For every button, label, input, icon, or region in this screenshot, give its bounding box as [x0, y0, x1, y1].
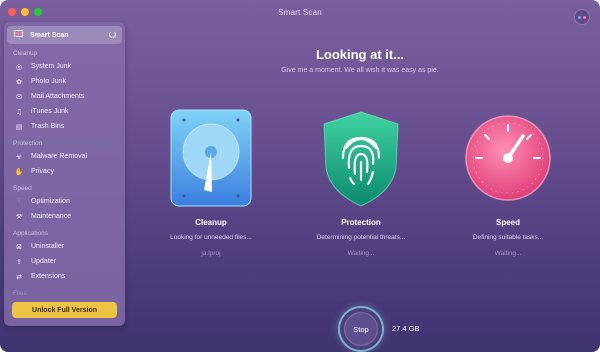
scanned-size: 27.4 GB	[392, 324, 420, 333]
cleanup-module: Cleanup Looking for unneeded files... ja…	[146, 108, 276, 257]
sidebar-item-photo-junk[interactable]: ✿ Photo Junk	[4, 74, 125, 89]
minimize-window-button[interactable]	[21, 8, 29, 16]
zoom-window-button[interactable]	[34, 8, 42, 16]
sidebar-section-applications: Applications	[13, 230, 49, 237]
stop-button[interactable]: Stop	[344, 312, 378, 346]
scanning-spinner-icon	[109, 31, 116, 38]
sidebar-item-label: Updater	[31, 258, 56, 265]
unlock-full-version-button[interactable]: Unlock Full Version	[12, 302, 117, 318]
window-controls	[8, 8, 42, 16]
sidebar-item-mail-attachments[interactable]: ✉ Mail Attachments	[4, 89, 125, 104]
sidebar-item-label: System Junk	[31, 63, 72, 70]
system-junk-icon: ◎	[15, 62, 23, 71]
sidebar-item-label: Trash Bins	[31, 123, 65, 130]
sidebar: Smart Scan Cleanup ◎ System Junk ✿ Photo…	[4, 22, 125, 326]
module-title: Speed	[495, 218, 520, 227]
assistant-icon[interactable]	[574, 9, 590, 25]
close-window-button[interactable]	[8, 8, 16, 16]
sidebar-item-uninstaller[interactable]: ⊠ Uninstaller	[4, 239, 125, 254]
speed-module: Speed Defining suitable tasks... Waiting…	[443, 108, 573, 257]
module-status: ja.lproj	[201, 250, 221, 257]
sidebar-section-speed: Speed	[13, 185, 32, 192]
sidebar-item-malware-removal[interactable]: ☣ Malware Removal	[4, 149, 125, 164]
module-status: Waiting...	[494, 250, 522, 257]
uninstaller-icon: ⊠	[16, 242, 22, 251]
sidebar-item-extensions[interactable]: ⇄ Extensions	[4, 269, 125, 284]
trash-icon: ▤	[15, 122, 23, 131]
sidebar-item-label: Maintenance	[31, 213, 72, 220]
fingerprint-shield-icon	[316, 108, 406, 208]
window-title: Smart Scan	[278, 7, 322, 17]
sidebar-item-label: iTunes Junk	[31, 108, 69, 115]
sidebar-item-maintenance[interactable]: ⚒ Maintenance	[4, 209, 125, 224]
sidebar-item-label: Malware Removal	[31, 153, 88, 160]
sidebar-item-label: Optimization	[31, 198, 70, 205]
module-description: Looking for unneeded files...	[170, 234, 252, 241]
sidebar-item-trash-bins[interactable]: ▤ Trash Bins	[4, 119, 125, 134]
speedometer-icon	[463, 108, 553, 208]
sidebar-item-label: Extensions	[31, 273, 66, 280]
wrench-icon: ⚒	[15, 212, 23, 221]
sidebar-section-files: Files	[13, 290, 27, 297]
page-title: Looking at it...	[315, 47, 405, 62]
module-status: Waiting...	[347, 250, 375, 257]
sidebar-item-label: Photo Junk	[31, 78, 67, 85]
sidebar-item-label: Mail Attachments	[31, 93, 85, 100]
title-bar: Smart Scan	[0, 0, 600, 25]
hard-drive-icon	[166, 108, 256, 208]
sidebar-item-system-junk[interactable]: ◎ System Junk	[4, 59, 125, 74]
sidebar-section-protection: Protection	[13, 140, 43, 147]
sidebar-item-privacy[interactable]: ✋ Privacy	[4, 164, 125, 179]
biohazard-icon: ☣	[15, 152, 23, 161]
music-icon: ♫	[15, 107, 23, 116]
sidebar-item-label: Smart Scan	[30, 31, 69, 39]
module-description: Defining suitable tasks...	[472, 234, 544, 241]
sidebar-item-optimization[interactable]: ⫶ Optimization	[4, 194, 125, 209]
app-window: Smart Scan Smart Scan Cleanup ◎ System J…	[0, 0, 600, 352]
module-description: Determining potential threats...	[316, 234, 406, 241]
sidebar-section-cleanup: Cleanup	[13, 50, 38, 57]
scan-progress-ring: Stop	[338, 306, 384, 352]
sidebar-item-updater[interactable]: ⇪ Updater	[4, 254, 125, 269]
sidebar-item-label: Uninstaller	[31, 243, 65, 250]
page-subtitle: Give me a moment. We all wish it was eas…	[281, 67, 439, 74]
extensions-icon: ⇄	[16, 272, 22, 281]
sliders-icon: ⫶	[18, 197, 20, 205]
sidebar-item-itunes-junk[interactable]: ♫ iTunes Junk	[4, 104, 125, 119]
protection-module: Protection Determining potential threats…	[296, 108, 426, 257]
sidebar-item-label: Privacy	[31, 168, 54, 175]
photo-junk-icon: ✿	[16, 77, 22, 86]
hand-icon: ✋	[14, 167, 24, 176]
module-title: Cleanup	[195, 218, 227, 227]
updater-icon: ⇪	[16, 257, 22, 266]
module-title: Protection	[341, 218, 381, 227]
sidebar-item-smart-scan[interactable]: Smart Scan	[7, 26, 122, 44]
smart-scan-icon	[13, 30, 23, 40]
mail-icon: ✉	[16, 92, 22, 101]
